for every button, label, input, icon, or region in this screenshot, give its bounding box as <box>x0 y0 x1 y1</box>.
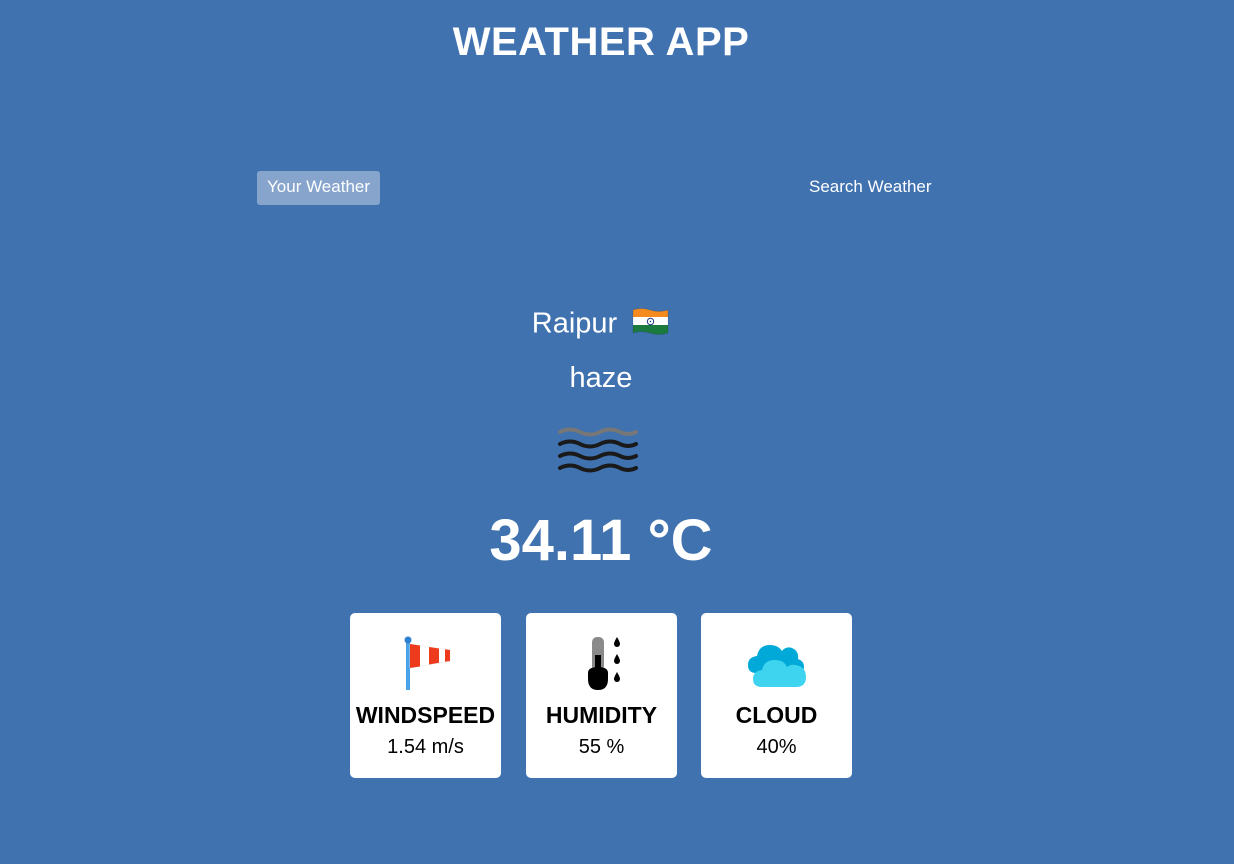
tab-search-weather[interactable]: Search Weather <box>799 171 942 205</box>
cloud-card: CLOUD 40% <box>701 613 852 778</box>
humidity-label: HUMIDITY <box>545 702 658 728</box>
india-flag-icon <box>632 307 669 335</box>
windspeed-label: WINDSPEED <box>355 702 496 728</box>
humidity-card: HUMIDITY 55 % <box>526 613 677 778</box>
weather-condition: haze <box>569 362 633 394</box>
temperature: 34.11 °C <box>489 508 713 573</box>
cloud-label: CLOUD <box>735 702 818 728</box>
windspeed-card: WINDSPEED 1.54 m/s <box>350 613 501 778</box>
humidity-icon <box>587 637 620 690</box>
windspeed-value: 1.54 m/s <box>387 736 464 758</box>
app-title: WEATHER APP <box>452 20 750 64</box>
city-name: Raipur <box>531 307 618 340</box>
cloud-value: 40% <box>756 736 797 758</box>
windsock-icon <box>404 636 450 690</box>
haze-icon <box>558 427 638 473</box>
humidity-value: 55 % <box>578 736 625 758</box>
cloud-icon <box>747 645 806 687</box>
tab-your-weather[interactable]: Your Weather <box>257 171 381 205</box>
city-row: Raipur <box>0 300 1202 345</box>
